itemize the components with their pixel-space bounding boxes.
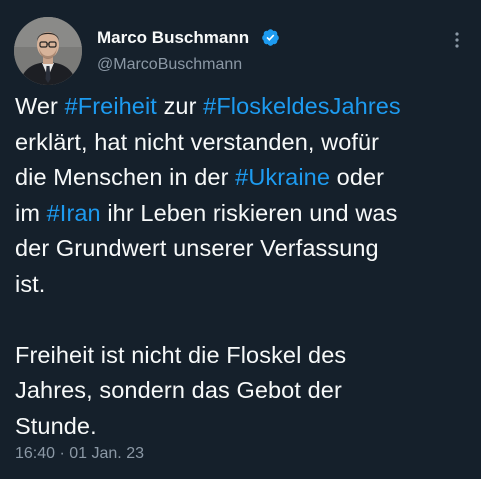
- tweet-line: Wer #Freiheit zur #FloskeldesJahres: [15, 89, 475, 125]
- tweet-timestamp[interactable]: 16:40 · 01 Jan. 23: [15, 445, 144, 463]
- tweet-text-segment: ist.: [15, 270, 46, 297]
- verified-badge-icon: [262, 29, 279, 46]
- tweet-text-segment: oder: [330, 164, 385, 190]
- tweet-text: Wer #Freiheit zur #FloskeldesJahres erklä…: [15, 89, 475, 444]
- hashtag-link[interactable]: #Ukraine: [235, 164, 330, 190]
- tweet-text-segment: die Menschen in der: [15, 164, 236, 190]
- tweet-text-segment: Jahres, sondern das Gebot der: [15, 377, 342, 403]
- tweet-line: die Menschen in der #Ukraine oder: [15, 160, 475, 196]
- tweet-line: der Grundwert unserer Verfassung: [15, 231, 475, 267]
- avatar[interactable]: [14, 17, 82, 85]
- tweet-paragraph-break: [15, 302, 475, 338]
- tweet-text-segment: zur: [156, 93, 204, 119]
- hashtag-link[interactable]: #FloskeldesJahres: [203, 93, 401, 119]
- tweet-line: erklärt, hat nicht verstanden, wofür: [15, 125, 475, 161]
- tweet-card: Marco Buschmann @MarcoBuschmann Wer #Fre…: [0, 0, 481, 479]
- tweet-line: im #Iran ihr Leben riskieren und was: [15, 196, 475, 232]
- more-options-vertical-icon[interactable]: [449, 28, 465, 52]
- tweet-line: Freiheit ist nicht die Floskel des: [15, 338, 475, 374]
- author-handle[interactable]: @MarcoBuschmann: [97, 56, 242, 74]
- tweet-text-segment: der Grundwert unserer Verfassung: [15, 235, 379, 261]
- tweet-line: Jahres, sondern das Gebot der: [15, 373, 475, 409]
- tweet-line: Stunde.: [15, 409, 475, 445]
- tweet-text-segment: erklärt, hat nicht verstanden, wofür: [15, 128, 380, 155]
- tweet-text-segment: Stunde.: [15, 412, 97, 439]
- profile-photo: [14, 17, 82, 85]
- tweet-text-segment: Freiheit ist nicht die Floskel des: [15, 341, 347, 368]
- hashtag-link[interactable]: #Freiheit: [65, 93, 157, 119]
- tweet-line: ist.: [15, 267, 475, 303]
- tweet-text-segment: Wer: [15, 93, 65, 119]
- display-name[interactable]: Marco Buschmann: [97, 28, 249, 48]
- tweet-text-segment: im: [15, 199, 47, 226]
- hashtag-link[interactable]: #Iran: [47, 200, 101, 226]
- tweet-text-segment: ihr Leben riskieren und was: [100, 199, 398, 226]
